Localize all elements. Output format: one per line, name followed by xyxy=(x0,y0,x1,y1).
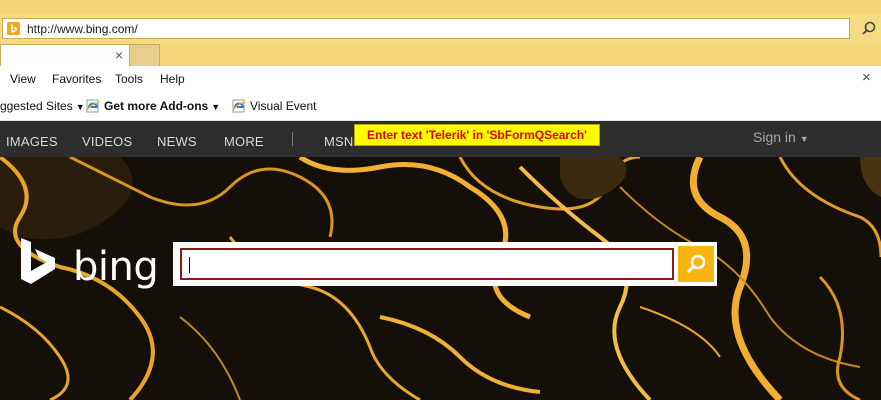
menu-favorites[interactable]: Favorites xyxy=(52,72,101,86)
chevron-down-icon: ▼ xyxy=(799,134,809,144)
magnifier-icon xyxy=(686,254,706,274)
tab-row: × xyxy=(0,43,881,66)
bing-logo-text[interactable]: bing xyxy=(73,244,159,290)
sign-in-link[interactable]: Sign in ▼ xyxy=(753,129,809,145)
fav-suggested-sites[interactable]: ggested Sites ▼ xyxy=(0,99,85,113)
url-domain: bing.com xyxy=(85,22,135,36)
url-prefix: http://www. xyxy=(27,22,86,36)
tab-bing[interactable]: × xyxy=(0,44,130,66)
chevron-down-icon: ▼ xyxy=(211,102,221,112)
automation-tooltip: Enter text 'Telerik' in 'SbFormQSearch' xyxy=(354,124,600,146)
nav-images[interactable]: IMAGES xyxy=(6,134,58,149)
fav-visual-event-label: Visual Event xyxy=(250,99,317,113)
browser-top-strip xyxy=(0,0,881,14)
search-button[interactable] xyxy=(678,246,714,282)
fav-suggested-label: ggested Sites xyxy=(0,99,73,113)
address-bar: http://www.bing.com/ xyxy=(0,14,881,43)
search-input[interactable] xyxy=(180,248,674,280)
nav-videos[interactable]: VIDEOS xyxy=(82,134,132,149)
menu-view[interactable]: View xyxy=(10,72,36,86)
fav-get-addons[interactable]: Get more Add-ons ▼ xyxy=(86,99,220,113)
address-field[interactable]: http://www.bing.com/ xyxy=(2,18,850,39)
fav-visual-event[interactable]: Visual Event xyxy=(232,99,317,113)
menu-tools[interactable]: Tools xyxy=(115,72,143,86)
fav-addons-label: Get more Add-ons xyxy=(104,99,209,113)
nav-news[interactable]: NEWS xyxy=(157,134,197,149)
tab-close-icon[interactable]: × xyxy=(115,48,123,62)
text-cursor xyxy=(189,257,190,273)
nav-msn[interactable]: MSN xyxy=(324,134,354,149)
menu-close-icon[interactable]: × xyxy=(862,69,871,86)
new-tab-button[interactable] xyxy=(130,44,160,66)
bing-favicon-icon xyxy=(7,22,20,35)
nav-divider xyxy=(292,132,293,146)
menu-bar: View Favorites Tools Help × xyxy=(0,66,881,92)
ie-page-icon xyxy=(232,99,246,113)
nav-more[interactable]: MORE xyxy=(224,134,264,149)
menu-help[interactable]: Help xyxy=(160,72,185,86)
chevron-down-icon: ▼ xyxy=(75,102,85,112)
ie-page-icon xyxy=(86,99,100,113)
address-url: http://www.bing.com/ xyxy=(27,22,138,36)
favorites-bar: ggested Sites ▼ Get more Add-ons ▼ Visual … xyxy=(0,92,881,121)
address-search-icon[interactable] xyxy=(862,18,876,39)
search-box xyxy=(173,242,717,286)
bing-logo-icon[interactable] xyxy=(19,238,63,291)
sign-in-label: Sign in xyxy=(753,129,796,145)
url-suffix: / xyxy=(134,22,138,36)
